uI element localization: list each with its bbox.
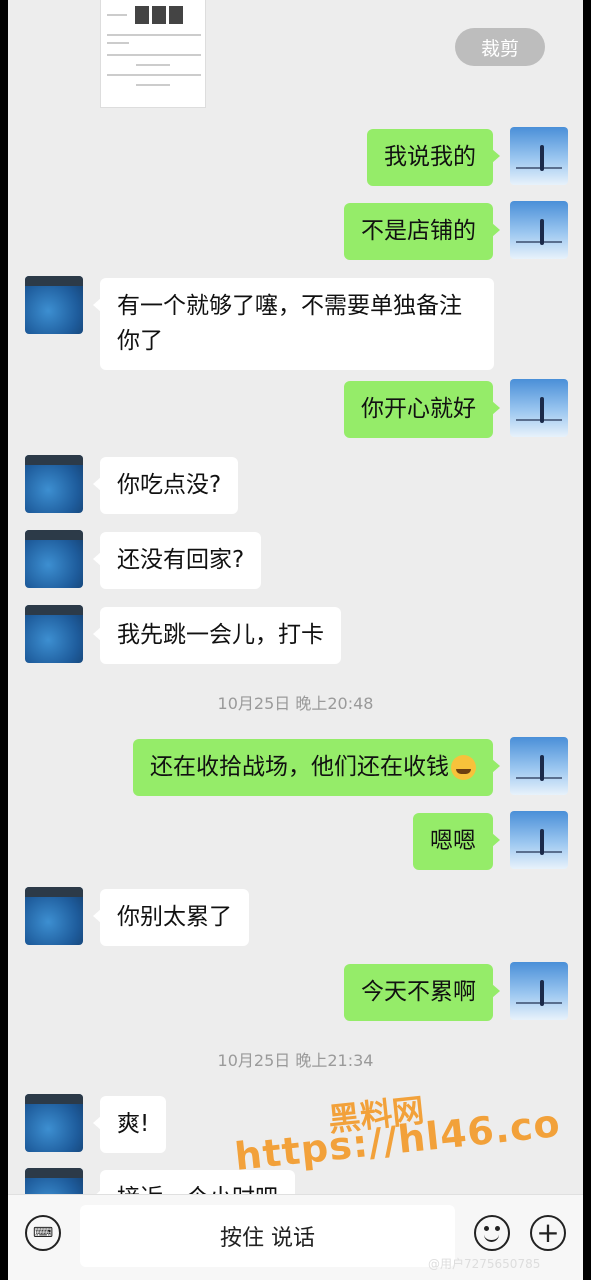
avatar-sky	[25, 530, 83, 540]
my-avatar[interactable]	[510, 379, 568, 437]
emoji-icon[interactable]	[474, 1215, 510, 1251]
my-avatar[interactable]	[510, 811, 568, 869]
thumb-line	[107, 34, 201, 36]
avatar-sky	[25, 276, 83, 286]
thumb-photo	[169, 6, 183, 24]
thumb-line	[136, 64, 170, 66]
my-avatar[interactable]	[510, 201, 568, 259]
message-bubble-received[interactable]: 我先跳一会儿，打卡	[93, 607, 341, 664]
message-bubble-sent[interactable]: 不是店铺的	[344, 203, 500, 260]
my-avatar[interactable]	[510, 962, 568, 1020]
thumb-line	[107, 74, 201, 76]
message-bubble-received[interactable]: 爽!	[92, 1096, 167, 1153]
avatar-sky	[25, 605, 83, 615]
thumb-line	[107, 42, 129, 44]
avatar-sky	[25, 1168, 83, 1178]
contact-avatar[interactable]	[25, 530, 83, 588]
my-avatar[interactable]	[510, 127, 568, 185]
message-text: 还在收拾战场，他们还在收钱	[150, 754, 449, 780]
avatar-shore	[516, 851, 562, 853]
my-avatar[interactable]	[510, 737, 568, 795]
avatar-sky	[25, 455, 83, 465]
message-bubble-received[interactable]: 你吃点没?	[92, 457, 239, 514]
avatar-shore	[516, 777, 562, 779]
timestamp: 10月25日 晚上21:34	[217, 1051, 374, 1070]
contact-avatar[interactable]	[25, 605, 83, 663]
avatar-shore	[516, 419, 562, 421]
message-bubble-sent[interactable]: 我说我的	[367, 129, 500, 186]
chat-screen: 裁剪 我说我的 不是店铺的 有一个就够了噻，不需要单独备注你了 你开心就好 你吃…	[8, 0, 583, 1280]
contact-avatar[interactable]	[25, 1094, 83, 1152]
contact-avatar[interactable]	[25, 887, 83, 945]
watermark-credit: @用户7275650785	[428, 1257, 541, 1271]
laugh-cry-emoji-icon	[451, 755, 476, 780]
thumb-line	[107, 14, 127, 16]
crop-button[interactable]: 裁剪	[455, 28, 545, 66]
timestamp: 10月25日 晚上20:48	[217, 694, 374, 713]
avatar-shore	[516, 1002, 562, 1004]
message-bubble-sent[interactable]: 今天不累啊	[344, 964, 500, 1021]
contact-avatar[interactable]	[25, 455, 83, 513]
message-bubble-received[interactable]: 有一个就够了噻，不需要单独备注你了	[93, 278, 494, 370]
message-bubble-sent[interactable]: 还在收拾战场，他们还在收钱	[133, 739, 500, 796]
avatar-shore	[516, 241, 562, 243]
avatar-sky	[25, 887, 83, 897]
thumb-photo	[152, 6, 166, 24]
plus-icon[interactable]: +	[530, 1215, 566, 1251]
contact-avatar[interactable]	[25, 276, 83, 334]
hold-to-talk-button[interactable]: 按住 说话	[80, 1205, 455, 1267]
thumb-line	[107, 54, 201, 56]
message-bubble-received[interactable]: 你别太累了	[93, 889, 249, 946]
keyboard-icon[interactable]: ⌨	[25, 1215, 61, 1251]
thumb-line	[136, 84, 170, 86]
shared-image-thumbnail[interactable]	[100, 0, 206, 108]
message-bubble-received[interactable]: 还没有回家?	[92, 532, 262, 589]
avatar-sky	[25, 1094, 83, 1104]
avatar-shore	[516, 167, 562, 169]
message-bubble-sent[interactable]: 你开心就好	[344, 381, 500, 438]
message-bubble-sent[interactable]: 嗯嗯	[413, 813, 500, 870]
thumb-photo	[135, 6, 149, 24]
